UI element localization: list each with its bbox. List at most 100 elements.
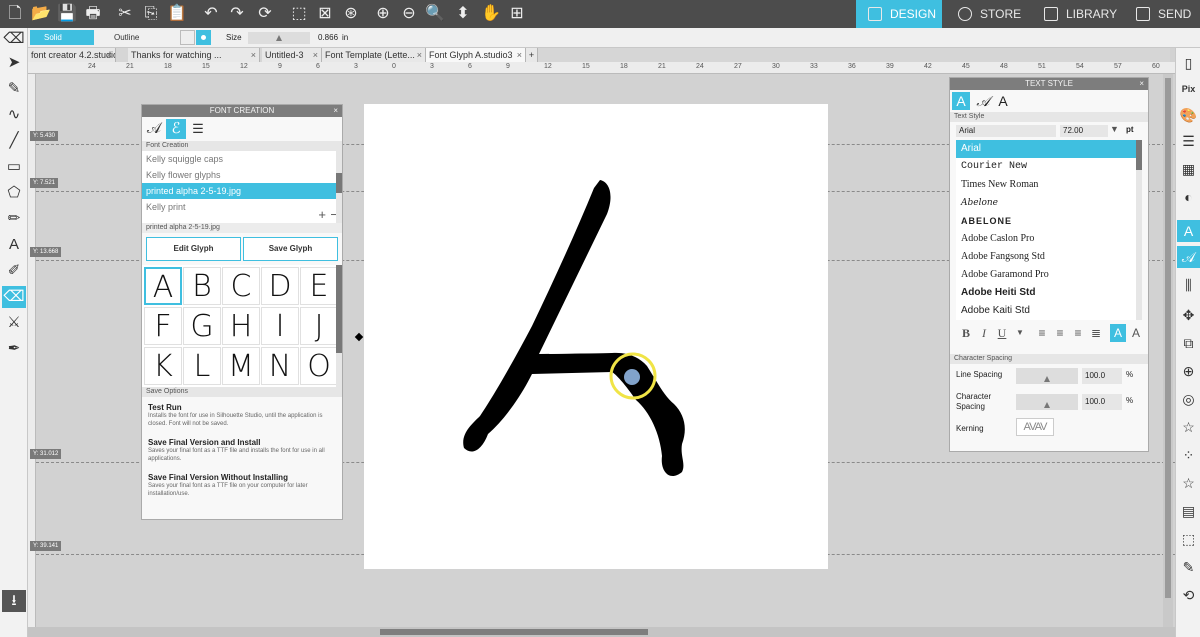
library-panel-icon[interactable]: ⬚	[1177, 528, 1200, 550]
font-size-field[interactable]: 72.00	[1060, 125, 1108, 137]
select-arrow-icon[interactable]: ➤	[2, 52, 26, 74]
fill-pattern-icon[interactable]: ▦	[1177, 158, 1200, 180]
line-style-icon[interactable]: ☰	[1177, 130, 1200, 152]
scrollbar[interactable]	[336, 151, 342, 223]
cut-icon[interactable]: ✂	[114, 3, 136, 25]
glyph-cell[interactable]: B	[183, 267, 221, 305]
design-page[interactable]	[364, 104, 828, 569]
size-value[interactable]: 0.866	[318, 31, 338, 44]
font-item[interactable]: Adobe Garamond Pro	[956, 266, 1142, 284]
align-left-icon[interactable]: ≡	[1034, 324, 1050, 342]
close-icon[interactable]: ×	[107, 48, 112, 62]
glyph-cell[interactable]: H	[222, 307, 260, 345]
sketch-panel-icon[interactable]: ✎	[1177, 556, 1200, 578]
bold-button[interactable]: B	[958, 324, 974, 342]
open-folder-icon[interactable]: 📂	[30, 3, 52, 25]
horizontal-scrollbar[interactable]	[28, 627, 1175, 637]
glyph-cell[interactable]: J	[300, 307, 338, 345]
doc-tab[interactable]: Thanks for watching ... ×	[128, 48, 260, 62]
vertical-text-icon[interactable]: A	[1128, 324, 1144, 342]
rotate-icon[interactable]: ⟳	[254, 3, 276, 25]
font-item-selected[interactable]: Arial	[956, 140, 1142, 158]
list-item-selected[interactable]: printed alpha 2-5-19.jpg	[142, 183, 342, 199]
font-item[interactable]: Adobe Kaiti Std	[956, 302, 1142, 320]
new-tab-button[interactable]: +	[526, 48, 538, 62]
glyph-cell[interactable]: D	[261, 267, 299, 305]
list-item[interactable]: Kelly print	[142, 199, 342, 215]
rectangle-icon[interactable]: ▭	[2, 156, 26, 178]
print-icon[interactable]: 🖶	[82, 3, 104, 25]
close-icon[interactable]: ×	[517, 48, 522, 62]
knife-icon[interactable]: ⚔	[2, 312, 26, 334]
doc-tab-active[interactable]: Font Glyph A.studio3 ×	[426, 48, 526, 62]
justify-icon[interactable]: ≣	[1088, 324, 1104, 342]
size-slider[interactable]	[248, 32, 310, 44]
transparency-icon[interactable]: ◐	[1177, 186, 1200, 208]
font-name-field[interactable]: Arial	[956, 125, 1056, 137]
line-spacing-slider[interactable]	[1016, 368, 1078, 384]
scrollbar[interactable]	[1136, 140, 1142, 320]
text-style-icon[interactable]: A	[1177, 220, 1200, 242]
zoom-in-icon[interactable]: ⊕	[372, 3, 394, 25]
nav-store[interactable]: STORE	[946, 0, 1026, 28]
kerning-button[interactable]: AVAV	[1016, 418, 1054, 436]
vertical-scrollbar[interactable]	[1163, 74, 1173, 627]
underline-button[interactable]: U	[994, 324, 1010, 342]
horizontal-text-icon[interactable]: A	[1110, 324, 1126, 342]
glyph-cell[interactable]: M	[222, 347, 260, 385]
close-icon[interactable]: ×	[313, 48, 318, 62]
edit-glyph-button[interactable]: Edit Glyph	[146, 237, 241, 261]
align-icon[interactable]: ⫼	[1177, 274, 1200, 296]
font-item[interactable]: ABELONE	[956, 212, 1142, 230]
save-no-install-option[interactable]: Save Final Version Without Installing Sa…	[148, 473, 336, 498]
nav-send[interactable]: SEND	[1124, 0, 1200, 28]
zoom-out-icon[interactable]: ⊖	[398, 3, 420, 25]
glyph-a-drawing[interactable]	[364, 104, 828, 569]
glyph-cell[interactable]: O	[300, 347, 338, 385]
glyph-cell[interactable]: I	[261, 307, 299, 345]
layers-icon[interactable]: ▤	[1177, 500, 1200, 522]
glyph-cell[interactable]: E	[300, 267, 338, 305]
list-item[interactable]: Kelly squiggle caps	[142, 151, 342, 167]
undo-icon[interactable]: ↶	[200, 3, 222, 25]
italic-button[interactable]: I	[976, 324, 992, 342]
line-spacing-value[interactable]: 100.0	[1082, 368, 1122, 384]
char-spacing-slider[interactable]	[1016, 394, 1078, 410]
sketch-icon[interactable]: ✐	[2, 260, 26, 282]
redo-icon[interactable]: ↷	[226, 3, 248, 25]
zoom-select-icon[interactable]: 🔍	[424, 3, 446, 25]
page-setup-icon[interactable]: ▯	[1177, 52, 1200, 74]
doc-tab[interactable]: Font Template (Lette... ×	[322, 48, 426, 62]
download-icon[interactable]: ⭳	[2, 590, 26, 612]
eraser-tool-icon[interactable]: ⌫	[2, 286, 26, 308]
offset-icon[interactable]: ◎	[1177, 388, 1200, 410]
save-install-option[interactable]: Save Final Version and Install Saves you…	[148, 438, 336, 463]
fill-color-icon[interactable]: 🎨	[1177, 104, 1200, 126]
add-icon[interactable]: +	[318, 207, 326, 222]
select-by-color-icon[interactable]: ⊛	[340, 3, 362, 25]
favorite-icon[interactable]: ☆	[1177, 472, 1200, 494]
tab-text-style-icon[interactable]: A	[952, 92, 970, 110]
outline-button[interactable]: Outline	[98, 30, 178, 45]
font-item[interactable]: Courier New	[956, 158, 1142, 176]
test-run-option[interactable]: Test Run Installs the font for use in Si…	[148, 403, 336, 428]
line-icon[interactable]: ╱	[2, 130, 26, 152]
trace-icon[interactable]: ☆	[1177, 416, 1200, 438]
glyph-cell[interactable]: A	[144, 267, 182, 305]
scrollbar[interactable]	[336, 265, 342, 387]
save-icon[interactable]: 💾	[56, 3, 78, 25]
modify-icon[interactable]: ⊕	[1177, 360, 1200, 382]
solid-button[interactable]: Solid	[30, 30, 94, 45]
transform-icon[interactable]: ✥	[1177, 304, 1200, 326]
eyedropper-icon[interactable]: ✒	[2, 338, 26, 360]
font-item[interactable]: Adobe Fangsong Std	[956, 248, 1142, 266]
doc-tab[interactable]: font creator 4.2.studio...×	[28, 48, 116, 62]
pixscan-icon[interactable]: Pix	[1177, 78, 1200, 100]
glyph-cell[interactable]: C	[222, 267, 260, 305]
tab-text-effect-icon[interactable]: 𝒜	[974, 92, 992, 110]
copy-icon[interactable]: ⎘	[140, 3, 162, 25]
font-item[interactable]: Adobe Caslon Pro	[956, 230, 1142, 248]
history-icon[interactable]: ⟲	[1177, 584, 1200, 606]
glyph-cell[interactable]: F	[144, 307, 182, 345]
curve-icon[interactable]: ∿	[2, 104, 26, 126]
